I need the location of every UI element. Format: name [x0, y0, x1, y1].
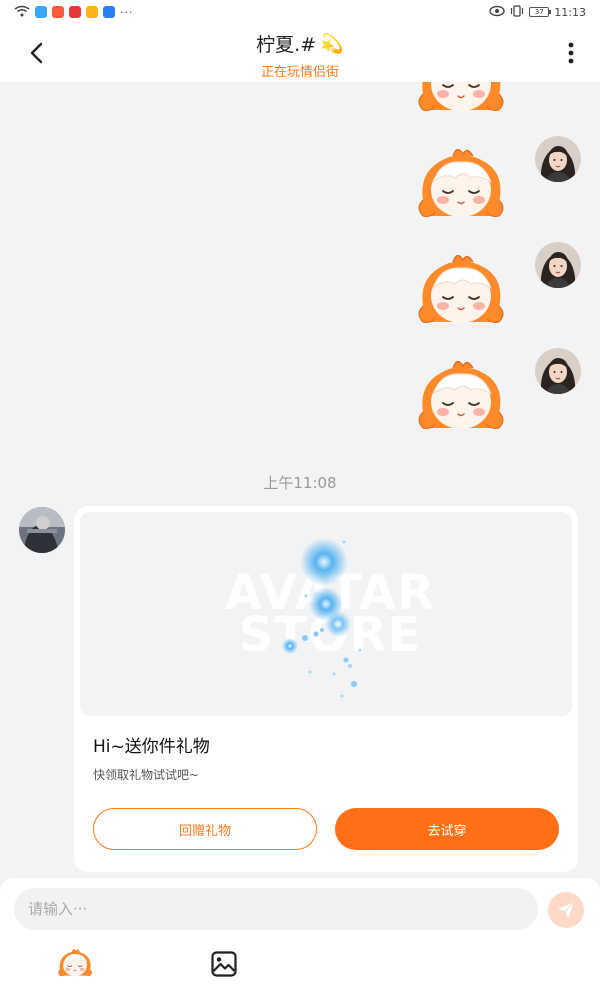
sticker-image[interactable]	[413, 356, 509, 436]
more-options-button[interactable]	[556, 36, 586, 70]
vertical-dots-icon	[568, 42, 574, 64]
input-bar	[0, 878, 600, 1000]
title-block: 柠夏.# 💫 正在玩情侣街	[150, 30, 450, 80]
chevron-left-icon	[30, 42, 43, 64]
return-gift-button[interactable]: 回赠礼物	[93, 808, 317, 850]
status-bar: ··· 37 11:13	[0, 0, 600, 24]
avatar[interactable]	[535, 242, 581, 288]
try-on-button[interactable]: 去试穿	[335, 808, 559, 850]
sticker-image[interactable]	[413, 250, 509, 330]
status-right: 37 11:13	[489, 4, 586, 20]
message-input[interactable]	[14, 888, 538, 930]
gift-title: Hi~送你件礼物	[93, 737, 210, 757]
vibrate-icon	[510, 4, 524, 20]
chat-title[interactable]: 柠夏.# 💫	[256, 30, 344, 57]
app-notification-icon	[35, 6, 47, 18]
wifi-icon	[14, 5, 30, 20]
avatar[interactable]	[535, 348, 581, 394]
chat-header: 柠夏.# 💫 正在玩情侣街	[0, 24, 600, 82]
contact-name: 柠夏.#	[256, 34, 317, 56]
status-overflow: ···	[120, 5, 134, 19]
eye-icon	[489, 5, 505, 20]
gift-description: 快领取礼物试试吧~	[93, 768, 200, 782]
status-left: ···	[14, 5, 134, 20]
back-button[interactable]	[20, 36, 54, 70]
status-time: 11:13	[554, 5, 586, 19]
gift-preview[interactable]: AVATAR STORE	[80, 512, 572, 716]
image-icon[interactable]	[210, 950, 238, 978]
avatar[interactable]	[535, 136, 581, 182]
sticker-image[interactable]	[413, 144, 509, 224]
app-notification-icon	[103, 6, 115, 18]
app-notification-icon	[52, 6, 64, 18]
message-list[interactable]: 上午11:08 AVATAR STORE	[0, 82, 600, 878]
battery-icon: 37	[529, 7, 552, 17]
dizzy-emoji: 💫	[320, 33, 344, 55]
send-button[interactable]	[548, 892, 584, 928]
app-notification-icon	[69, 6, 81, 18]
gift-card[interactable]: AVATAR STORE	[74, 506, 578, 872]
app-notification-icon	[86, 6, 98, 18]
message-timestamp: 上午11:08	[263, 474, 337, 492]
paper-plane-icon	[558, 901, 575, 918]
contact-status: 正在玩情侣街	[260, 65, 339, 80]
sticker-image[interactable]	[413, 82, 509, 118]
sparkle-effect-icon	[282, 538, 362, 698]
avatar[interactable]	[19, 507, 65, 553]
sticker-icon[interactable]	[56, 946, 94, 980]
